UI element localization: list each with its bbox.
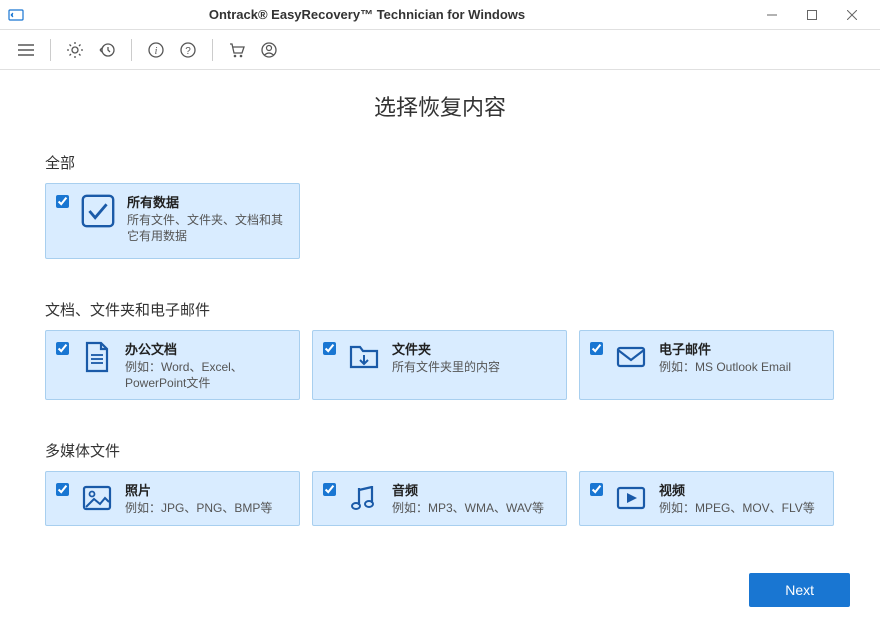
help-button[interactable]: ? bbox=[174, 36, 202, 64]
page-title: 选择恢复内容 bbox=[45, 90, 835, 122]
card-title: 文件夹 bbox=[392, 339, 556, 358]
close-button[interactable] bbox=[832, 1, 872, 29]
content-area: 选择恢复内容 全部 所有数据 所有文件、文件夹、文档和其它有用数据 文档、文件夹… bbox=[0, 70, 880, 560]
divider bbox=[131, 39, 132, 61]
toolbar: i ? bbox=[0, 30, 880, 70]
card-title: 音频 bbox=[392, 480, 556, 499]
card-desc: 所有文件夹里的内容 bbox=[392, 360, 556, 376]
checkbox-folder[interactable] bbox=[323, 342, 336, 355]
audio-icon bbox=[346, 480, 382, 516]
card-audio[interactable]: 音频 例如：MP3、WMA、WAV等 bbox=[312, 471, 567, 526]
card-desc: 例如：Word、Excel、PowerPoint文件 bbox=[125, 360, 289, 391]
card-all-data[interactable]: 所有数据 所有文件、文件夹、文档和其它有用数据 bbox=[45, 183, 300, 259]
section-label-media: 多媒体文件 bbox=[45, 440, 835, 461]
checkbox-audio[interactable] bbox=[323, 483, 336, 496]
section-docs: 文档、文件夹和电子邮件 办公文档 例如：Word、Excel、PowerPoin… bbox=[45, 299, 835, 400]
card-email[interactable]: 电子邮件 例如：MS Outlook Email bbox=[579, 330, 834, 400]
footer: Next bbox=[0, 560, 880, 620]
card-desc: 例如：MP3、WMA、WAV等 bbox=[392, 501, 556, 517]
card-title: 电子邮件 bbox=[659, 339, 823, 358]
folder-icon bbox=[346, 339, 382, 375]
minimize-button[interactable] bbox=[752, 1, 792, 29]
email-icon bbox=[613, 339, 649, 375]
card-title: 照片 bbox=[125, 480, 289, 499]
section-media: 多媒体文件 照片 例如：JPG、PNG、BMP等 音频 例如： bbox=[45, 440, 835, 526]
window-controls bbox=[752, 1, 872, 29]
section-all: 全部 所有数据 所有文件、文件夹、文档和其它有用数据 bbox=[45, 152, 835, 259]
info-button[interactable]: i bbox=[142, 36, 170, 64]
card-title: 办公文档 bbox=[125, 339, 289, 358]
card-desc: 例如：JPG、PNG、BMP等 bbox=[125, 501, 289, 517]
window-title: Ontrack® EasyRecovery™ Technician for Wi… bbox=[0, 7, 752, 22]
card-desc: 所有文件、文件夹、文档和其它有用数据 bbox=[127, 213, 289, 244]
checkbox-email[interactable] bbox=[590, 342, 603, 355]
check-box-icon bbox=[79, 192, 117, 230]
menu-button[interactable] bbox=[12, 36, 40, 64]
document-icon bbox=[79, 339, 115, 375]
maximize-button[interactable] bbox=[792, 1, 832, 29]
svg-text:i: i bbox=[155, 46, 158, 57]
user-button[interactable] bbox=[255, 36, 283, 64]
card-photo[interactable]: 照片 例如：JPG、PNG、BMP等 bbox=[45, 471, 300, 526]
card-folder[interactable]: 文件夹 所有文件夹里的内容 bbox=[312, 330, 567, 400]
checkbox-office-docs[interactable] bbox=[56, 342, 69, 355]
card-desc: 例如：MPEG、MOV、FLV等 bbox=[659, 501, 823, 517]
checkbox-video[interactable] bbox=[590, 483, 603, 496]
card-video[interactable]: 视频 例如：MPEG、MOV、FLV等 bbox=[579, 471, 834, 526]
card-office-docs[interactable]: 办公文档 例如：Word、Excel、PowerPoint文件 bbox=[45, 330, 300, 400]
divider bbox=[212, 39, 213, 61]
next-button[interactable]: Next bbox=[749, 573, 850, 607]
titlebar: Ontrack® EasyRecovery™ Technician for Wi… bbox=[0, 0, 880, 30]
checkbox-all-data[interactable] bbox=[56, 195, 69, 208]
section-label-all: 全部 bbox=[45, 152, 835, 173]
checkbox-photo[interactable] bbox=[56, 483, 69, 496]
photo-icon bbox=[79, 480, 115, 516]
video-icon bbox=[613, 480, 649, 516]
divider bbox=[50, 39, 51, 61]
card-title: 所有数据 bbox=[127, 192, 289, 211]
svg-text:?: ? bbox=[185, 46, 191, 57]
card-title: 视频 bbox=[659, 480, 823, 499]
cart-button[interactable] bbox=[223, 36, 251, 64]
card-desc: 例如：MS Outlook Email bbox=[659, 360, 823, 376]
settings-button[interactable] bbox=[61, 36, 89, 64]
history-button[interactable] bbox=[93, 36, 121, 64]
section-label-docs: 文档、文件夹和电子邮件 bbox=[45, 299, 835, 320]
